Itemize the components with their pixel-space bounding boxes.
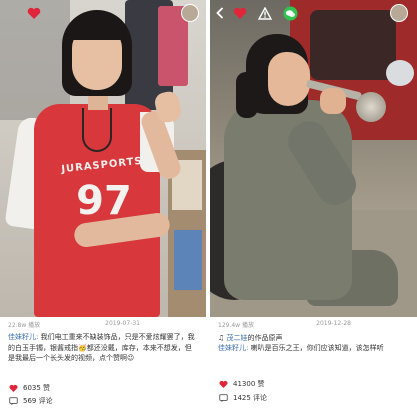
post-date: 2019-12-28 [316,320,351,327]
post-caption: 佳妹籽儿: 我们电工重来不缺装饰品，只是不爱炫耀罢了，我的白玉手镯，银酱戒指🥳都… [8,332,198,364]
top-bar [210,0,417,26]
comment-count[interactable]: 1425 评论 [218,393,267,403]
comment-count[interactable]: 569 评论 [8,396,53,406]
back-arrow-icon[interactable] [212,5,228,21]
shelf-box [174,230,202,290]
truck-headlight [386,60,414,86]
comment-icon [8,396,18,406]
play-count: 129.4w 播放 [218,322,254,329]
heart-icon [218,379,228,389]
like-count-text: 41300 赞 [233,380,265,388]
avatar[interactable] [181,4,199,22]
necklace [82,108,112,152]
girl-hand [320,88,346,114]
suona-bell [356,92,386,122]
username-link[interactable]: 佳妹籽儿: [8,333,38,341]
post-meta: 129.4w 播放 2019-12-28 [218,320,409,330]
sound-suffix: 的作品原声 [247,334,283,342]
post-photo-left[interactable]: JURASPORTS 97 [0,0,206,317]
like-count[interactable]: 41300 赞 [218,379,265,389]
post-photo-right[interactable] [210,0,417,317]
comment-icon [218,393,228,403]
username-link[interactable]: 佳妹籽儿: [218,344,248,352]
music-note-icon: ♫ [218,334,225,342]
post-card-right: 129.4w 播放 2019-12-28 ♫ 茂二娃的作品原声 佳妹籽儿: 喇叭… [210,0,417,411]
post-card-left: JURASPORTS 97 22.8w 播放 2019-07-31 佳妹籽儿: … [0,0,206,411]
like-count-text: 6035 赞 [23,384,51,392]
warning-icon[interactable] [257,5,273,21]
play-count: 22.8w 播放 [8,322,41,329]
sound-source[interactable]: ♫ 茂二娃的作品原声 [218,333,409,343]
post-meta: 22.8w 播放 2019-07-31 [8,320,198,330]
sound-author[interactable]: 茂二娃 [227,334,248,342]
top-bar [0,0,206,26]
comment-count-text: 569 评论 [23,397,53,405]
avatar[interactable] [390,4,408,22]
post-date: 2019-07-31 [105,320,140,327]
post-caption: 佳妹籽儿: 喇叭是百乐之王，你们应该知道，该怎样听 [218,343,409,354]
girl-face [268,52,310,106]
wechat-icon[interactable] [282,5,298,21]
comment-count-text: 1425 评论 [233,394,268,402]
heart-icon[interactable] [26,5,42,21]
heart-icon [8,383,18,393]
caption-text: 喇叭是百乐之王，你们应该知道，该怎样听 [250,344,384,352]
heart-icon[interactable] [232,5,248,21]
like-count[interactable]: 6035 赞 [8,383,50,393]
